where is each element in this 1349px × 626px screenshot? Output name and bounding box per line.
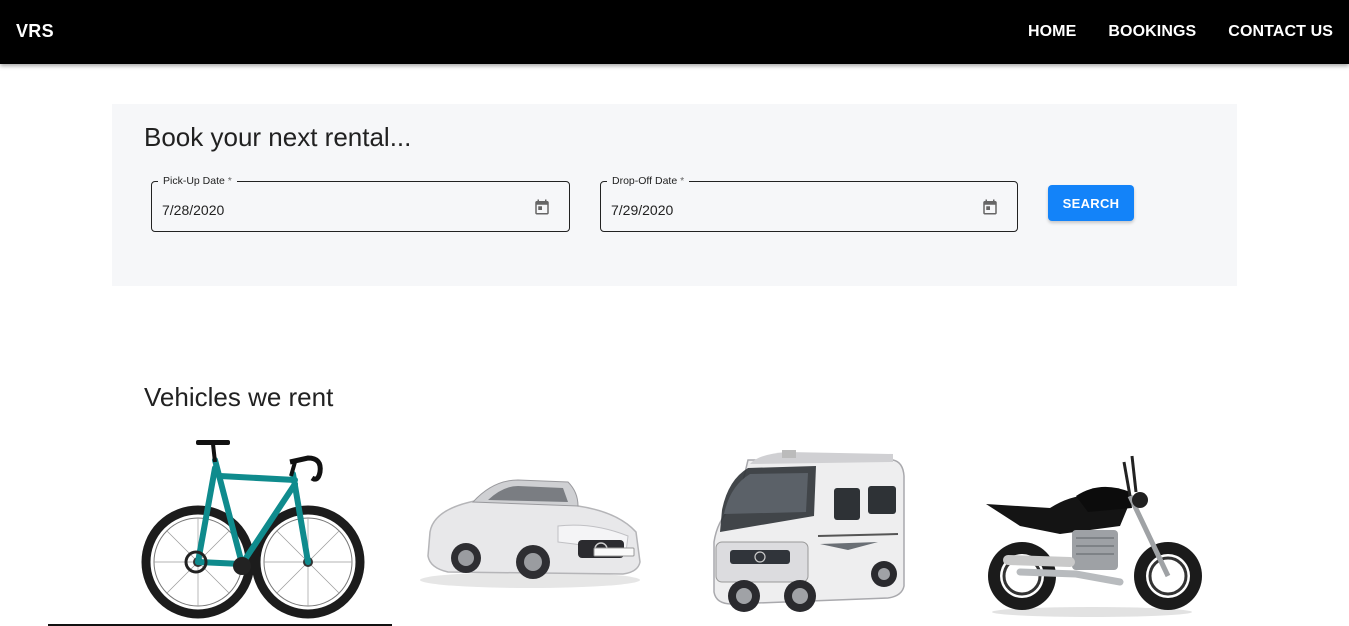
app-bar: VRS HOME BOOKINGS CONTACT US bbox=[0, 0, 1349, 64]
search-button[interactable]: SEARCH bbox=[1048, 185, 1134, 221]
booking-title: Book your next rental... bbox=[144, 122, 412, 152]
dropoff-date-field[interactable]: Drop-Off Date * 7/29/2020 bbox=[600, 174, 1018, 232]
pickup-date-label: Pick-Up Date * bbox=[158, 174, 237, 188]
nav-contact-us[interactable]: CONTACT US bbox=[1228, 23, 1333, 41]
pickup-date-value[interactable]: 7/28/2020 bbox=[162, 202, 224, 218]
pickup-date-field[interactable]: Pick-Up Date * 7/28/2020 bbox=[151, 174, 570, 232]
nav-bookings[interactable]: BOOKINGS bbox=[1108, 23, 1196, 41]
main-nav: HOME BOOKINGS CONTACT US bbox=[996, 0, 1333, 64]
brand-logo[interactable]: VRS bbox=[16, 21, 54, 42]
nav-home[interactable]: HOME bbox=[1028, 23, 1076, 41]
dropoff-date-value[interactable]: 7/29/2020 bbox=[611, 202, 673, 218]
motorcycle-image bbox=[986, 455, 1202, 617]
booking-panel: Book your next rental... Pick-Up Date * … bbox=[112, 104, 1237, 286]
dropoff-date-label: Drop-Off Date * bbox=[607, 174, 690, 188]
calendar-icon[interactable] bbox=[533, 198, 551, 216]
convertible-car-image bbox=[420, 479, 641, 588]
vehicles-title: Vehicles we rent bbox=[144, 382, 334, 412]
bicycle-image bbox=[141, 440, 365, 619]
calendar-icon[interactable] bbox=[981, 198, 999, 216]
camper-van-image bbox=[713, 450, 905, 612]
